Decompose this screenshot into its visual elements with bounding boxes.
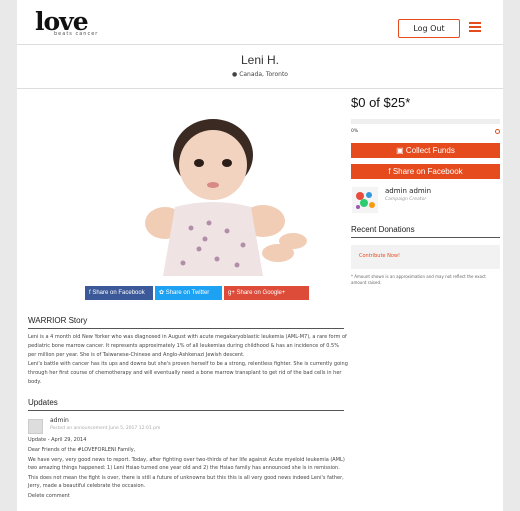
share-twitter-label: Share on Twitter bbox=[165, 290, 210, 296]
menu-icon[interactable] bbox=[469, 22, 481, 32]
logout-button[interactable]: Log Out bbox=[398, 19, 460, 38]
story-paragraph: Leni is a 4 month old New Yorker who was… bbox=[28, 334, 347, 358]
update-line: We have very, very good news to report. … bbox=[28, 457, 345, 471]
profile-header: Leni H. ● Canada, Toronto bbox=[17, 45, 503, 89]
recent-donations-title: Recent Donations bbox=[351, 225, 415, 234]
location-pin-icon: ● bbox=[232, 71, 238, 78]
amount-disclaimer: * Amount shown is an approximation and m… bbox=[351, 274, 486, 285]
creator-avatar bbox=[352, 187, 378, 213]
update-avatar bbox=[28, 419, 43, 434]
twitter-bird-icon: ✿ bbox=[159, 290, 166, 296]
update-author[interactable]: admin bbox=[50, 417, 69, 424]
story-title: WARRIOR Story bbox=[28, 316, 88, 325]
share-facebook-sidebar-label: Share on Facebook bbox=[392, 167, 463, 176]
page: love beats cancer Log Out Leni H. ● Cana… bbox=[17, 0, 503, 511]
story-divider bbox=[28, 328, 344, 329]
delete-comment-link[interactable]: Delete comment bbox=[28, 492, 346, 500]
update-meta: Posted an announcement June 5, 2017 12:0… bbox=[50, 426, 161, 431]
update-body: Update - April 29, 2014 Dear Friends of … bbox=[28, 436, 346, 502]
campaign-photo bbox=[113, 103, 326, 276]
update-line: Update - April 29, 2014 bbox=[28, 437, 87, 443]
story-text: Leni is a 4 month old New Yorker who was… bbox=[28, 333, 348, 387]
collect-funds-label: Collect Funds bbox=[405, 146, 455, 155]
recent-donations-box: Contribute Now! bbox=[351, 245, 500, 269]
profile-name: Leni H. bbox=[240, 53, 280, 67]
share-facebook-sidebar-button[interactable]: f Share on Facebook bbox=[351, 164, 500, 179]
share-buttons: f Share on Facebook ✿ Share on Twitter g… bbox=[85, 286, 309, 300]
update-line: This does not mean the fight is over, th… bbox=[28, 475, 344, 489]
story-paragraph: Leni's battle with cancer has its ups an… bbox=[28, 361, 348, 385]
update-line: Dear Friends of the #LOVEFORLENI Family, bbox=[28, 447, 136, 453]
share-twitter-button[interactable]: ✿ Share on Twitter bbox=[155, 286, 222, 300]
updates-divider bbox=[28, 410, 344, 411]
campaign-percent: 0% bbox=[351, 129, 359, 134]
campaign-amount: $0 of $25* bbox=[351, 95, 411, 110]
creator-name[interactable]: admin admin bbox=[385, 187, 431, 195]
share-google-button[interactable]: g+ Share on Google+ bbox=[224, 286, 309, 300]
contribute-now-link[interactable]: Contribute Now! bbox=[359, 253, 400, 259]
creator-role: Campaign Creator bbox=[385, 197, 427, 202]
campaign-progress-bar bbox=[351, 119, 500, 124]
recent-donations-divider bbox=[351, 237, 500, 238]
updates-title: Updates bbox=[28, 398, 58, 407]
location-text: Canada, Toronto bbox=[239, 71, 288, 78]
header: love beats cancer Log Out bbox=[17, 0, 503, 45]
clock-icon bbox=[495, 129, 500, 134]
logo-tagline: beats cancer bbox=[54, 31, 99, 37]
share-facebook-button[interactable]: f Share on Facebook bbox=[85, 286, 153, 300]
collect-funds-button[interactable]: ▣ Collect Funds bbox=[351, 143, 500, 158]
money-icon: ▣ bbox=[396, 146, 406, 155]
profile-location: ● Canada, Toronto bbox=[17, 71, 503, 78]
